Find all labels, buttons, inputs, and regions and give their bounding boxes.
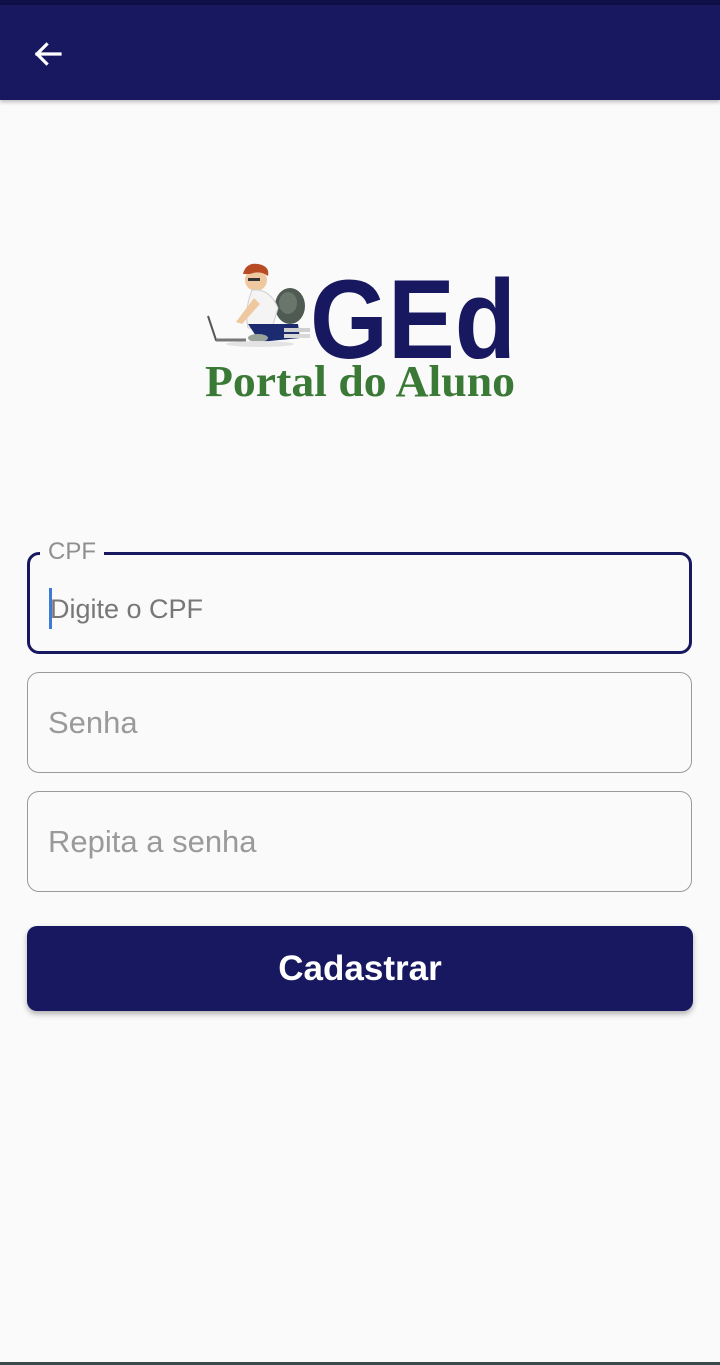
ged-portal-logo: GEd Portal do Aluno [205, 258, 516, 406]
back-button[interactable] [20, 26, 76, 82]
cpf-field[interactable]: CPF [27, 536, 692, 654]
repita-senha-input[interactable] [48, 817, 673, 867]
cpf-field-label: CPF [40, 536, 104, 568]
app-bar [0, 5, 720, 100]
cadastrar-button[interactable]: Cadastrar [27, 926, 693, 1011]
student-with-laptop-icon [207, 263, 310, 347]
cpf-input[interactable] [50, 585, 671, 633]
senha-input[interactable] [48, 698, 673, 748]
register-screen: GEd Portal do Aluno CPF Cadastrar [0, 0, 720, 1365]
repita-senha-field[interactable] [27, 791, 692, 892]
senha-field[interactable] [27, 672, 692, 773]
logo-subtitle-text: Portal do Aluno [205, 357, 515, 406]
arrow-left-icon [34, 42, 62, 66]
